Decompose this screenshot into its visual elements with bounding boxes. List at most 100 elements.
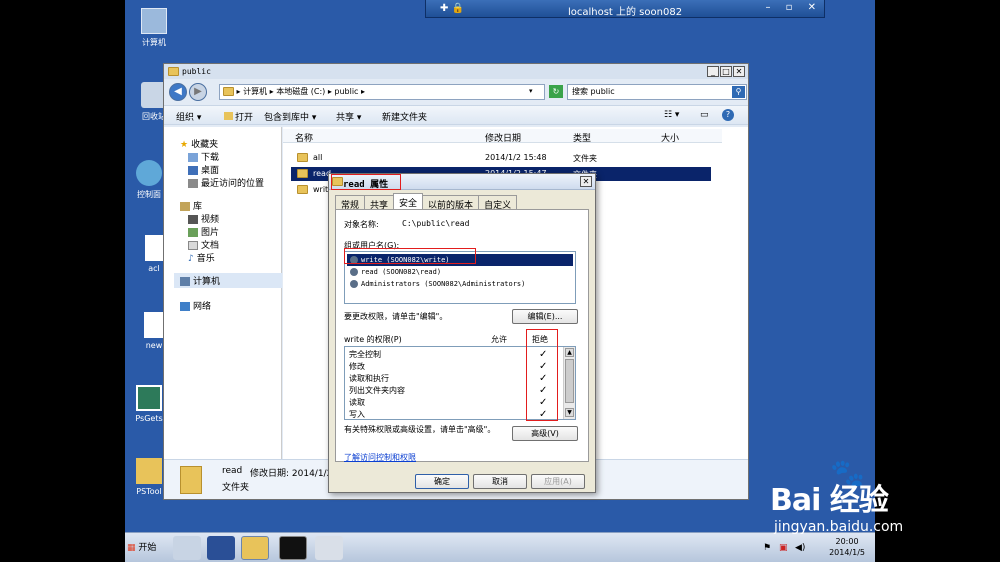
computer-icon (180, 277, 190, 286)
column-size[interactable]: 大小 (661, 131, 679, 144)
scroll-up-icon[interactable]: ▲ (565, 348, 574, 357)
watermark-logo: Bai 经验 (770, 483, 889, 518)
open-button[interactable]: 打开 (224, 110, 253, 123)
search-icon[interactable]: ⚲ (732, 86, 745, 98)
refresh-icon[interactable]: ↻ (549, 85, 563, 98)
user-icon (350, 268, 358, 276)
document-icon (188, 241, 198, 250)
watermark-url: jingyan.baidu.com (774, 519, 904, 535)
advanced-button[interactable]: 高级(V) (512, 426, 578, 441)
text-file-icon (144, 312, 164, 338)
nav-downloads[interactable]: 下载 (188, 150, 219, 163)
dialog-titlebar[interactable]: read 属性 ✕ (329, 174, 595, 190)
library-icon (180, 202, 190, 211)
nav-recent[interactable]: 最近访问的位置 (188, 176, 264, 189)
maximize-button[interactable]: □ (720, 66, 732, 77)
server-manager-icon[interactable] (173, 536, 201, 560)
folder-icon (297, 169, 308, 178)
nav-music[interactable]: ♪ 音乐 (188, 251, 215, 264)
nav-videos[interactable]: 视频 (188, 212, 219, 225)
user-list-item[interactable]: Administrators (SOON082\Administrators) (347, 278, 573, 290)
desktop-icon-computer[interactable]: 计算机 (130, 8, 178, 48)
command-bar: 组织 ▾ 打开 包含到库中 ▾ 共享 ▾ 新建文件夹 ☷ ▾ ▭ ? (164, 105, 748, 125)
command-prompt-icon[interactable] (279, 536, 307, 560)
tab-general[interactable]: 常规 (335, 195, 366, 211)
computer-icon (141, 8, 167, 34)
desktop-icon (188, 166, 198, 175)
nav-computer[interactable]: 计算机 (174, 273, 282, 288)
close-icon[interactable]: ✕ (808, 2, 816, 13)
nav-documents[interactable]: 文档 (188, 238, 219, 251)
file-icon (145, 235, 163, 261)
nav-desktop[interactable]: 桌面 (188, 163, 219, 176)
nav-pictures[interactable]: 图片 (188, 225, 219, 238)
star-icon: ★ (180, 140, 189, 150)
app-taskbar-icon[interactable] (315, 536, 343, 560)
close-button[interactable]: ✕ (733, 66, 745, 77)
details-modified: 修改日期: 2014/1/2 (250, 469, 333, 479)
tab-previous-versions[interactable]: 以前的版本 (422, 195, 480, 211)
start-button[interactable]: ▦ 开始 (127, 538, 161, 558)
restore-icon[interactable]: ▫ (786, 2, 793, 13)
dropdown-arrow-icon[interactable]: ▾ (529, 87, 533, 95)
permissions-scrollbar[interactable]: ▲ ▼ (563, 347, 575, 419)
apply-button[interactable]: 应用(A) (531, 474, 585, 489)
forward-button[interactable]: ▶ (189, 83, 207, 101)
nav-libraries[interactable]: 库 (180, 199, 202, 212)
minimize-icon[interactable]: – (765, 2, 770, 13)
explorer-title: public (182, 67, 211, 76)
nav-favorites[interactable]: ★ 收藏夹 (180, 137, 218, 150)
user-list-item[interactable]: read (SOON082\read) (347, 266, 573, 278)
column-headers: 名称 修改日期 类型 大小 (283, 129, 722, 144)
column-name[interactable]: 名称 (295, 131, 313, 144)
powershell-icon[interactable] (207, 536, 235, 560)
network-icon (180, 302, 190, 311)
nav-network[interactable]: 网络 (180, 299, 211, 312)
permissions-header: write 的权限(P) (344, 335, 402, 344)
folder-icon (223, 87, 234, 96)
share-button[interactable]: 共享 ▾ (336, 110, 361, 123)
column-modified[interactable]: 修改日期 (485, 131, 521, 144)
minimize-button[interactable]: _ (707, 66, 719, 77)
explorer-titlebar[interactable]: public _ □ ✕ (164, 64, 748, 79)
rdp-connection-bar: ✚ 🔒 localhost 上的 soon082 – ▫ ✕ (425, 0, 825, 18)
new-folder-button[interactable]: 新建文件夹 (382, 110, 427, 123)
navigation-pane: ★ 收藏夹 下载 桌面 最近访问的位置 库 视频 图片 文档 ♪ 音乐 计算机 网络 (164, 127, 282, 459)
address-path: ▸ 计算机 ▸ 本地磁盘 (C:) ▸ public ▸ (236, 87, 366, 96)
folder-icon (224, 112, 233, 120)
folder-icon (180, 466, 202, 494)
organize-button[interactable]: 组织 ▾ (176, 110, 201, 123)
learn-access-control-link[interactable]: 了解访问控制和权限 (344, 452, 416, 463)
view-options-icon[interactable]: ☷ ▾ (664, 110, 679, 120)
object-name-label: 对象名称: (344, 220, 379, 229)
group-icon (350, 280, 358, 288)
search-input[interactable]: 搜索 public ⚲ (567, 84, 747, 100)
folder-icon (168, 67, 179, 76)
address-bar[interactable]: ▸ 计算机 ▸ 本地磁盘 (C:) ▸ public ▸ (219, 84, 545, 100)
tab-customize[interactable]: 自定义 (478, 195, 518, 211)
file-row[interactable]: all 2014/1/2 15:48 文件夹 (291, 151, 711, 165)
scroll-thumb[interactable] (565, 359, 574, 403)
include-in-library-button[interactable]: 包含到库中 ▾ (264, 110, 316, 123)
security-tab-panel: 对象名称: C:\public\read 组或用户名(G): write (SO… (335, 209, 589, 462)
title-highlight-box (331, 174, 401, 190)
preview-pane-icon[interactable]: ▭ (700, 110, 709, 120)
video-icon (188, 215, 198, 224)
help-icon[interactable]: ? (722, 109, 734, 121)
ok-button[interactable]: 确定 (415, 474, 469, 489)
control-panel-icon (136, 160, 162, 186)
column-type[interactable]: 类型 (573, 131, 591, 144)
cancel-button[interactable]: 取消 (473, 474, 527, 489)
folder-icon (136, 458, 162, 484)
tab-sharing[interactable]: 共享 (364, 195, 395, 211)
folder-icon (297, 185, 308, 194)
edit-button[interactable]: 编辑(E)... (512, 309, 578, 324)
windows-logo-icon: ▦ (127, 543, 136, 553)
explorer-taskbar-icon[interactable] (241, 536, 269, 560)
recent-places-icon (188, 179, 198, 188)
tab-security[interactable]: 安全 (393, 193, 424, 210)
app-icon (136, 385, 162, 411)
back-button[interactable]: ◀ (169, 83, 187, 101)
dialog-close-button[interactable]: ✕ (580, 176, 592, 187)
scroll-down-icon[interactable]: ▼ (565, 408, 574, 417)
